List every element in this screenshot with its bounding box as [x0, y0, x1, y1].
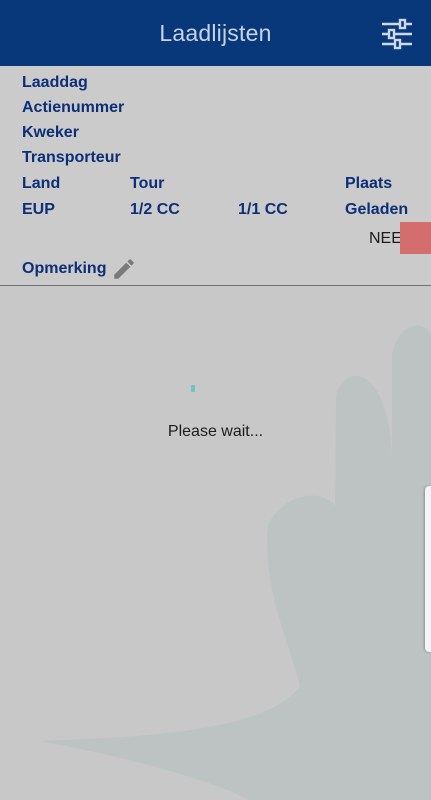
hand-watermark: [40, 325, 431, 800]
pencil-icon: [114, 259, 134, 279]
loading-message: Please wait...: [167, 423, 264, 440]
opmerking-label: Opmerking: [22, 260, 107, 277]
tour-label: Tour: [130, 175, 165, 192]
geladen-status-indicator: [400, 222, 431, 254]
actienummer-label: Actienummer: [22, 99, 125, 116]
geladen-label: Geladen: [345, 201, 409, 218]
eup-label: EUP: [22, 201, 55, 218]
kweker-label: Kweker: [22, 124, 79, 141]
page-title: Laadlijsten: [159, 20, 272, 46]
geladen-value: NEE: [369, 230, 402, 247]
filter-settings-button[interactable]: [380, 18, 414, 50]
land-label: Land: [22, 175, 61, 192]
laaddag-label: Laaddag: [22, 74, 88, 91]
edit-remark-button[interactable]: [111, 256, 137, 282]
full-cc-label: 1/1 CC: [238, 201, 288, 218]
load-list-details: Laaddag Actienummer Kweker Transporteur …: [0, 66, 431, 285]
sliders-icon: [382, 18, 412, 50]
list-content: Please wait...: [0, 286, 431, 800]
plaats-label: Plaats: [345, 175, 393, 192]
transporteur-label: Transporteur: [22, 149, 121, 166]
loading-spinner: [191, 385, 195, 392]
side-drawer-handle[interactable]: [425, 486, 431, 652]
half-cc-label: 1/2 CC: [130, 201, 180, 218]
app-bar: Laadlijsten: [0, 0, 431, 66]
